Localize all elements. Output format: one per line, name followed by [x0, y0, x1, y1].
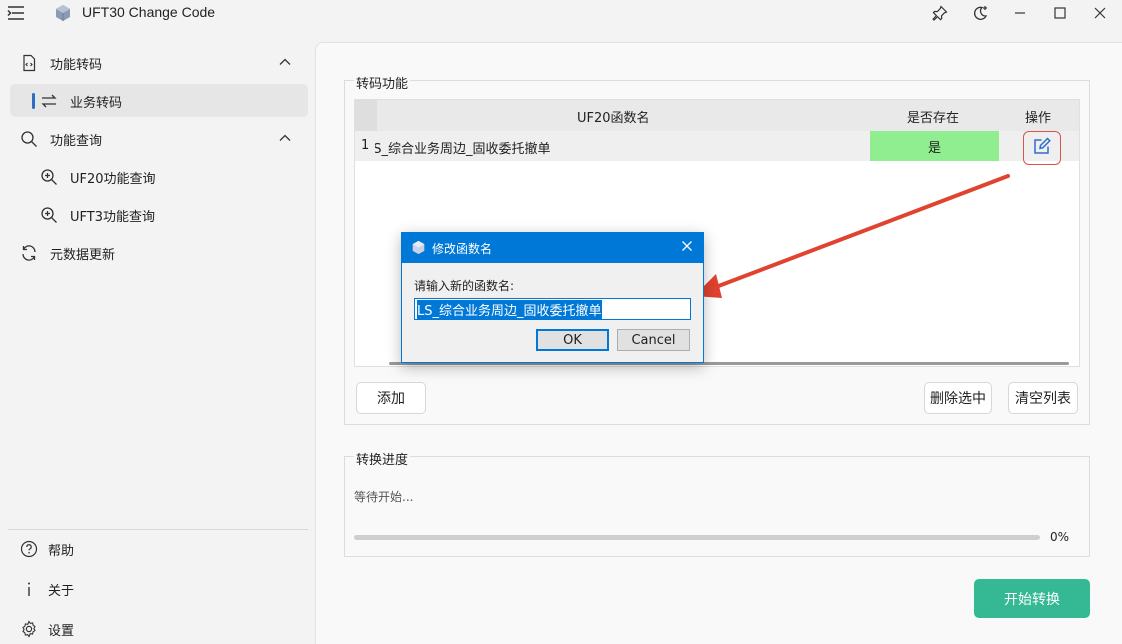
zoom-in-icon [40, 206, 58, 224]
column-header-function-name[interactable]: UF20函数名 [577, 107, 650, 126]
refresh-icon [20, 244, 38, 262]
code-file-icon [20, 54, 38, 72]
sidebar-item-uf20-query[interactable]: UF20功能查询 [10, 160, 308, 193]
active-indicator [32, 93, 35, 109]
edit-icon [1032, 136, 1052, 160]
cancel-button[interactable]: Cancel [617, 329, 690, 351]
edit-button[interactable] [1023, 131, 1061, 165]
sidebar-divider [8, 529, 308, 530]
ok-button[interactable]: OK [536, 329, 609, 351]
table-row[interactable]: 1 LS_综合业务周边_固收委托撤单 是 [355, 131, 1079, 165]
dialog-title: 修改函数名 [432, 242, 493, 256]
menu-icon[interactable] [6, 4, 26, 22]
sidebar-item-label: 功能查询 [50, 134, 103, 149]
progress-percent: 0% [1050, 530, 1070, 544]
transcode-section-label: 转码功能 [354, 73, 411, 92]
pin-icon[interactable] [926, 2, 954, 24]
sidebar-item-uft3-query[interactable]: UFT3功能查询 [10, 198, 308, 231]
dialog-prompt: 请输入新的函数名: [414, 279, 515, 293]
progress-status: 等待开始... [354, 490, 414, 504]
sidebar-item-label: 关于 [48, 584, 75, 599]
app-logo-icon [54, 4, 72, 22]
progress-section-label: 转换进度 [354, 449, 411, 468]
progress-group [344, 456, 1090, 557]
row-index: 1 [361, 138, 370, 153]
sidebar-item-settings[interactable]: 设置 [10, 612, 308, 644]
dialog-title-bar[interactable]: 修改函数名 [402, 233, 703, 263]
sidebar-item-label: UFT3功能查询 [70, 210, 155, 225]
row-number-header [355, 100, 377, 131]
sidebar-item-help[interactable]: 帮助 [10, 532, 308, 565]
close-icon [681, 240, 693, 256]
sidebar-item-business-transcode[interactable]: 业务转码 [10, 84, 308, 117]
sidebar-item-label: 功能转码 [50, 58, 103, 73]
chevron-up-icon[interactable] [278, 55, 292, 69]
sidebar-item-label: 帮助 [48, 544, 75, 559]
delete-selected-button[interactable]: 删除选中 [924, 382, 992, 414]
column-header-exists[interactable]: 是否存在 [907, 107, 959, 126]
close-icon[interactable] [1086, 2, 1114, 24]
title-bar: UFT30 Change Code [0, 0, 1122, 26]
rename-function-dialog: 修改函数名 请输入新的函数名: LS_综合业务周边_固收委托撤单 OK Canc… [401, 232, 704, 363]
clear-list-button[interactable]: 清空列表 [1008, 382, 1078, 414]
progress-bar [354, 535, 1040, 540]
sidebar-item-label: 业务转码 [70, 96, 123, 111]
settings-icon [20, 620, 38, 638]
column-header-action[interactable]: 操作 [1025, 107, 1051, 126]
sidebar: 功能转码 业务转码 功能查询 UF20功能查询 UFT3功能查询 元数据更新 帮… [0, 40, 315, 644]
zoom-in-icon [40, 168, 58, 186]
table-header: UF20函数名 是否存在 操作 [355, 100, 1079, 131]
chevron-up-icon[interactable] [278, 131, 292, 145]
sidebar-item-about[interactable]: 关于 [10, 572, 308, 605]
app-title: UFT30 Change Code [82, 4, 216, 20]
sidebar-item-transcode[interactable]: 功能转码 [10, 46, 308, 79]
help-icon [20, 540, 38, 558]
sidebar-item-query[interactable]: 功能查询 [10, 122, 308, 155]
sidebar-item-label: 设置 [48, 624, 75, 639]
sidebar-item-label: 元数据更新 [50, 248, 116, 263]
function-name-cell[interactable]: LS_综合业务周边_固收委托撤单 [375, 138, 865, 157]
function-name-text: LS_综合业务周边_固收委托撤单 [375, 142, 551, 157]
dialog-close-button[interactable] [677, 238, 697, 258]
search-icon [20, 130, 38, 148]
theme-toggle-icon[interactable] [966, 2, 994, 24]
minimize-icon[interactable] [1006, 2, 1034, 24]
swap-icon [40, 92, 58, 110]
maximize-icon[interactable] [1046, 2, 1074, 24]
sidebar-item-label: UF20功能查询 [70, 172, 156, 187]
exists-cell: 是 [870, 131, 999, 161]
selected-text: LS_综合业务周边_固收委托撤单 [417, 299, 602, 319]
app-logo-icon [411, 240, 426, 259]
add-button[interactable]: 添加 [356, 382, 426, 414]
start-convert-button[interactable]: 开始转换 [974, 579, 1090, 618]
sidebar-item-metadata-update[interactable]: 元数据更新 [10, 236, 308, 269]
info-icon [20, 580, 38, 598]
function-name-input[interactable]: LS_综合业务周边_固收委托撤单 [414, 298, 691, 320]
